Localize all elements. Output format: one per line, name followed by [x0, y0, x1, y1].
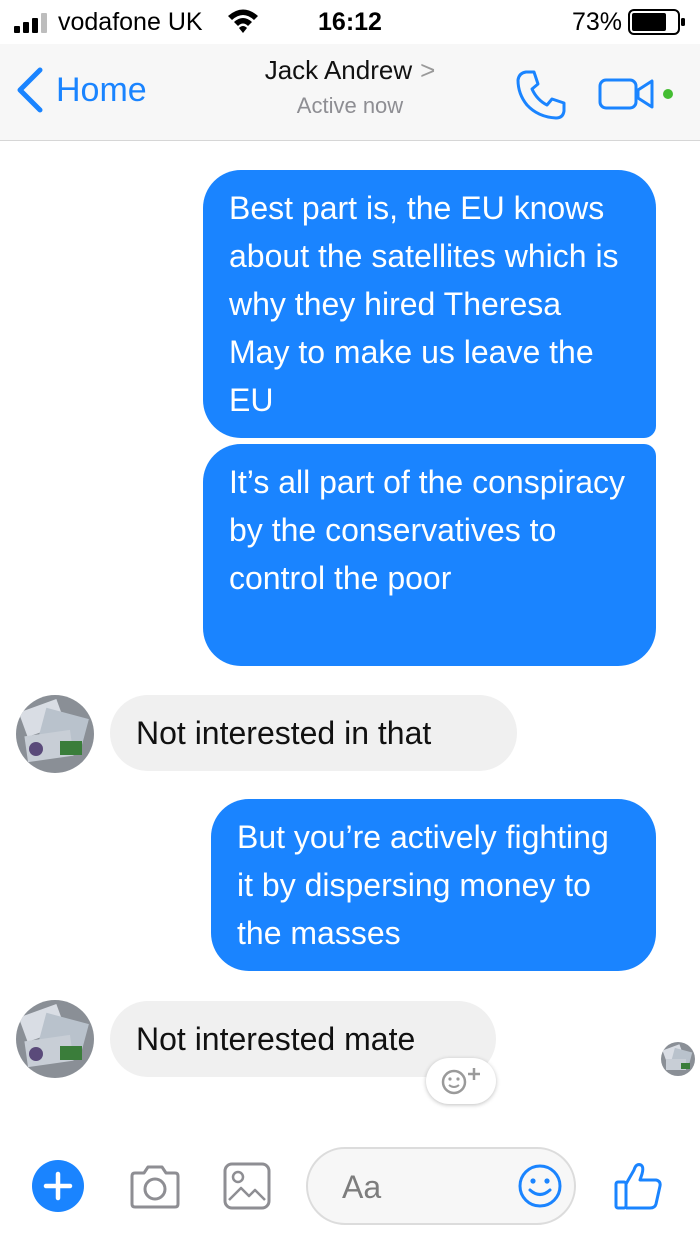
back-chevron-icon	[17, 67, 43, 113]
carrier-name: vodafone UK	[58, 8, 203, 36]
camera-icon[interactable]	[128, 1164, 182, 1210]
battery-icon	[628, 9, 685, 35]
contact-header[interactable]: Jack Andrew > Active now	[200, 52, 500, 124]
contact-avatar[interactable]	[16, 695, 94, 773]
add-reaction-button[interactable]	[426, 1058, 496, 1104]
contact-name: Jack Andrew	[264, 55, 413, 85]
contact-status: Active now	[296, 93, 404, 118]
image-icon[interactable]	[221, 1160, 273, 1212]
message-bubble-incoming[interactable]: Not interested in that	[110, 695, 517, 771]
wifi-icon	[228, 9, 258, 33]
back-label: Home	[56, 70, 147, 109]
more-actions-button[interactable]	[32, 1160, 84, 1212]
signal-icon	[14, 13, 47, 33]
message-bubble-outgoing[interactable]: But you’re actively fighting it by dispe…	[211, 799, 656, 971]
emoji-icon[interactable]	[516, 1162, 564, 1210]
messenger-screen: vodafone UK 16:12 73% Home Jack Andrew > …	[0, 0, 700, 1243]
message-bubble-outgoing[interactable]: It’s all part of the conspiracy by the c…	[203, 444, 656, 666]
reaction-add-icon	[441, 1068, 480, 1095]
contact-chevron-icon: >	[420, 55, 436, 85]
phone-icon[interactable]	[514, 68, 568, 122]
battery-percentage: 73%	[571, 8, 622, 36]
status-time: 16:12	[318, 8, 382, 36]
back-button[interactable]: Home	[14, 62, 147, 118]
read-receipt-avatar	[661, 1042, 695, 1076]
status-bar: vodafone UK 16:12 73%	[0, 0, 700, 44]
plus-icon	[43, 1171, 73, 1201]
conversation-header: Home Jack Andrew > Active now	[0, 44, 700, 141]
contact-avatar[interactable]	[16, 1000, 94, 1078]
message-bubble-outgoing[interactable]: Best part is, the EU knows about the sat…	[203, 170, 656, 438]
thumbs-up-icon[interactable]	[612, 1160, 664, 1212]
message-input[interactable]: Aa	[306, 1147, 576, 1225]
message-composer: Aa	[0, 1130, 700, 1243]
video-camera-icon[interactable]	[598, 74, 678, 114]
message-input-placeholder: Aa	[342, 1169, 382, 1205]
